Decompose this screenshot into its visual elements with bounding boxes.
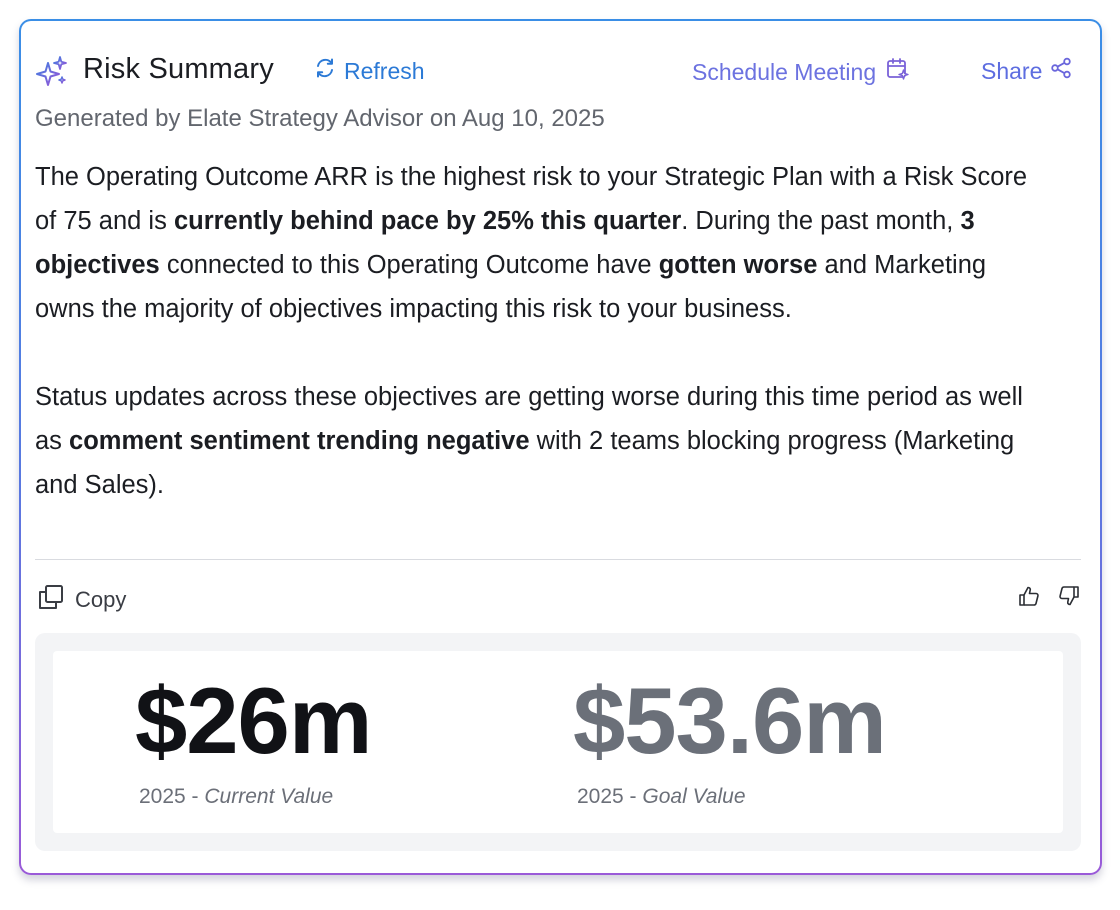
metrics-card: $26m 2025 - Current Value $53.6m 2025 - …	[53, 651, 1063, 833]
schedule-meeting-label: Schedule Meeting	[692, 58, 877, 85]
summary-highlight: gotten worse	[658, 251, 818, 279]
refresh-icon	[314, 57, 344, 85]
summary-highlight: comment sentiment trending negative	[69, 427, 530, 455]
current-value: $26m	[135, 668, 372, 773]
goal-value-caption: 2025 - Goal Value	[573, 785, 886, 809]
summary-paragraph-1: The Operating Outcome ARR is the highest…	[35, 155, 1045, 331]
goal-value-label: Goal Value	[642, 785, 746, 808]
refresh-button[interactable]: Refresh	[314, 57, 425, 85]
goal-value-year: 2025 -	[577, 785, 643, 808]
goal-value: $53.6m	[573, 668, 887, 773]
copy-button[interactable]: Copy	[37, 583, 126, 617]
copy-label: Copy	[75, 587, 127, 612]
current-value-year: 2025 -	[139, 785, 205, 808]
summary-text: . During the past month,	[681, 207, 961, 235]
current-value-label: Current Value	[204, 785, 334, 808]
thumbs-up-icon[interactable]	[1018, 585, 1040, 612]
metrics-panel: $26m 2025 - Current Value $53.6m 2025 - …	[35, 633, 1081, 851]
card-title: Risk Summary	[83, 53, 274, 85]
copy-icon	[37, 583, 75, 617]
summary-highlight: currently behind pace by 25% this quarte…	[173, 207, 682, 235]
goal-value-metric: $53.6m 2025 - Goal Value	[573, 661, 887, 809]
generated-by-text: Generated by Elate Strategy Advisor on A…	[35, 105, 605, 132]
current-value-caption: 2025 - Current Value	[135, 785, 371, 809]
schedule-meeting-button[interactable]: Schedule Meeting	[692, 57, 910, 87]
ai-sparkle-icon	[35, 55, 69, 89]
summary-text: connected to this Operating Outcome have	[159, 251, 659, 279]
card-header: Risk Summary Refresh Schedule Meeting Sh…	[35, 51, 1080, 91]
risk-summary-card: Risk Summary Refresh Schedule Meeting Sh…	[19, 19, 1102, 875]
feedback-buttons	[1018, 585, 1080, 612]
thumbs-down-icon[interactable]	[1058, 585, 1080, 612]
share-label: Share	[981, 57, 1043, 84]
summary-paragraph-2: Status updates across these objectives a…	[35, 375, 1045, 507]
current-value-metric: $26m 2025 - Current Value	[135, 661, 372, 809]
divider	[35, 559, 1081, 560]
calendar-sparkle-icon	[876, 57, 910, 87]
risk-summary-text: The Operating Outcome ARR is the highest…	[35, 155, 1045, 507]
share-icon	[1042, 57, 1072, 85]
share-button[interactable]: Share	[981, 57, 1072, 85]
refresh-label: Refresh	[344, 57, 425, 84]
